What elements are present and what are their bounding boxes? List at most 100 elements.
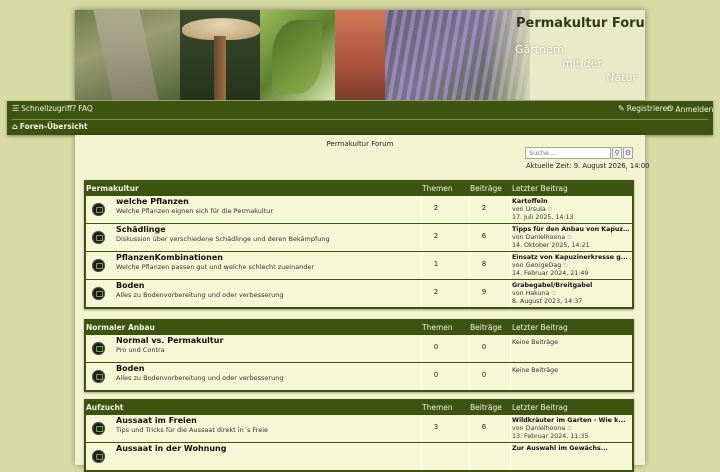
- category-name[interactable]: Normaler Anbau: [86, 323, 155, 332]
- last-post-author: von Ursula ⎋: [512, 206, 630, 214]
- forum-description: Welche Pflanzen eignen sich für die Perm…: [116, 207, 274, 215]
- category-name[interactable]: Aufzucht: [86, 403, 123, 412]
- last-post: Grabegabel/Breitgabel von Hakuna ⎋ 8. Au…: [512, 282, 630, 306]
- column-divider: [421, 443, 422, 470]
- forum-title[interactable]: Schädlinge: [116, 225, 166, 234]
- forum-title[interactable]: Aussaat in der Wohnung: [116, 444, 226, 453]
- goto-post-icon[interactable]: ⎋: [563, 263, 567, 269]
- banner-photo-leaf: [260, 10, 335, 100]
- column-last-post: Letzter Beitrag: [512, 403, 568, 412]
- last-post-author: von Hakuna ⎋: [512, 290, 630, 298]
- post-count: 6: [481, 232, 487, 240]
- by-prefix: von: [512, 234, 524, 241]
- search-box: ⚲ ⚙: [525, 147, 633, 159]
- last-post-date: 13. Februar 2024, 11:35: [512, 433, 589, 440]
- by-prefix: von: [512, 290, 524, 297]
- question-circle-icon: ?: [72, 104, 77, 113]
- forum-title[interactable]: PflanzenKombinationen: [116, 253, 223, 262]
- slogan-line-3: Natur: [606, 71, 637, 84]
- post-count: 8: [481, 260, 487, 268]
- column-divider: [510, 443, 511, 470]
- column-last-post: Letzter Beitrag: [512, 184, 568, 193]
- column-posts: Beiträge: [470, 323, 502, 332]
- last-post: Keine Beiträge: [512, 365, 630, 375]
- last-post-title[interactable]: Kartoffeln: [512, 198, 630, 206]
- column-divider: [469, 443, 470, 470]
- forum-description: Alles zu Bodenvorbereitung und oder verb…: [116, 291, 284, 299]
- topic-count: 2: [433, 232, 439, 240]
- last-post-date: 14. Oktober 2025, 14:21: [512, 242, 590, 249]
- navbar-top-row: ☰ Schnellzugriff ? FAQ ✎ Registrieren ⏻ …: [7, 101, 713, 118]
- quick-access-menu[interactable]: ☰ Schnellzugriff: [12, 104, 72, 113]
- last-post: Keine Beiträge: [512, 337, 630, 347]
- forum-title[interactable]: Boden: [116, 281, 144, 290]
- login-link[interactable]: ⏻ Anmelden: [667, 104, 713, 114]
- last-post: Einsatz von Kapuzinerkresse g... von Geo…: [512, 254, 630, 278]
- forum-read-icon: [92, 342, 105, 355]
- author-link[interactable]: Danielhoona: [526, 425, 566, 432]
- navbar-breadcrumb-row: ⌂ Foren-Übersicht: [7, 120, 713, 135]
- login-label: Anmelden: [675, 104, 714, 114]
- register-label: Registrieren: [626, 104, 672, 113]
- last-post-title[interactable]: Einsatz von Kapuzinerkresse g...: [512, 254, 630, 262]
- forum-row: Aussaat im Freien Tips und Tricks für di…: [86, 415, 632, 442]
- column-divider: [510, 224, 511, 251]
- breadcrumb-forum-overview[interactable]: ⌂ Foren-Übersicht: [12, 122, 88, 131]
- no-posts-label: Keine Beiträge: [512, 367, 559, 374]
- author-link[interactable]: Danielhoona: [526, 234, 566, 241]
- edit-icon: ✎: [618, 104, 625, 113]
- forum-description: Diskussion über verschiedene Schädlinge …: [116, 235, 330, 243]
- last-post-title[interactable]: Tipps für den Anbau von Kapuz...: [512, 226, 630, 234]
- forum-read-icon: [92, 287, 105, 300]
- last-post-title[interactable]: Wildkräuter im Garten - Wie k...: [512, 417, 630, 425]
- author-link[interactable]: Ursula: [526, 206, 546, 213]
- site-banner[interactable]: Permakultur Forum Gärtnern mit der Natur: [75, 10, 645, 100]
- banner-photo-mushroom: [180, 10, 260, 100]
- home-icon: ⌂: [12, 122, 18, 131]
- goto-post-icon[interactable]: ⎋: [552, 291, 556, 297]
- register-link[interactable]: ✎ Registrieren: [618, 104, 672, 113]
- by-prefix: von: [512, 262, 524, 269]
- column-posts: Beiträge: [470, 184, 502, 193]
- column-posts: Beiträge: [470, 403, 502, 412]
- forum-read-icon: [92, 231, 105, 244]
- topic-count: 2: [433, 204, 439, 212]
- content-panel: Permakultur Forum ⚲ ⚙ Aktuelle Zeit: 9. …: [75, 135, 650, 472]
- last-post-title[interactable]: Zur Auswahl im Gewächs...: [512, 445, 630, 453]
- goto-post-icon[interactable]: ⎋: [567, 426, 571, 432]
- banner-photo-path: [75, 10, 180, 100]
- post-count: 9: [481, 288, 487, 296]
- goto-post-icon[interactable]: ⎋: [548, 207, 552, 213]
- forum-row: Boden Alles zu Bodenvorbereitung und ode…: [86, 280, 632, 307]
- forum-row: Aussaat in der Wohnung Zur Auswahl im Ge…: [86, 443, 632, 470]
- forum-title[interactable]: Normal vs. Permakultur: [116, 336, 223, 345]
- forum-title[interactable]: Boden: [116, 364, 144, 373]
- search-input[interactable]: [525, 147, 611, 159]
- column-divider: [510, 335, 511, 362]
- column-divider: [510, 415, 511, 442]
- author-link[interactable]: GeorgeDag: [526, 262, 562, 269]
- last-post-title[interactable]: Grabegabel/Breitgabel: [512, 282, 630, 290]
- search-button[interactable]: ⚲: [612, 147, 622, 159]
- author-link[interactable]: Hakuna: [526, 290, 550, 297]
- column-divider: [510, 280, 511, 307]
- column-divider: [510, 363, 511, 390]
- hamburger-icon: ☰: [12, 104, 20, 113]
- forum-read-icon: [92, 450, 105, 463]
- forum-row: Boden Alles zu Bodenvorbereitung und ode…: [86, 363, 632, 390]
- forum-row: Normal vs. Permakultur Pro und Contra 0 …: [86, 335, 632, 362]
- advanced-search-button[interactable]: ⚙: [623, 147, 633, 159]
- category-header: Aufzucht Themen Beiträge Letzter Beitrag: [84, 399, 634, 415]
- category-name[interactable]: Permakultur: [86, 184, 139, 193]
- banner-title: Permakultur Forum: [516, 16, 645, 31]
- last-post-date: 17. Juli 2025, 14:13: [512, 214, 574, 221]
- goto-post-icon[interactable]: ⎋: [567, 235, 571, 241]
- forum-title[interactable]: welche Pflanzen: [116, 197, 189, 206]
- forum-row: PflanzenKombinationen Welche Pflanzen pa…: [86, 252, 632, 279]
- post-count: 6: [481, 423, 487, 431]
- forum-row: Schädlinge Diskussion über verschiedene …: [86, 224, 632, 251]
- faq-link[interactable]: ? FAQ: [72, 104, 93, 113]
- last-post: Wildkräuter im Garten - Wie k... von Dan…: [512, 417, 630, 441]
- forum-title[interactable]: Aussaat im Freien: [116, 416, 197, 425]
- column-topics: Themen: [422, 403, 453, 412]
